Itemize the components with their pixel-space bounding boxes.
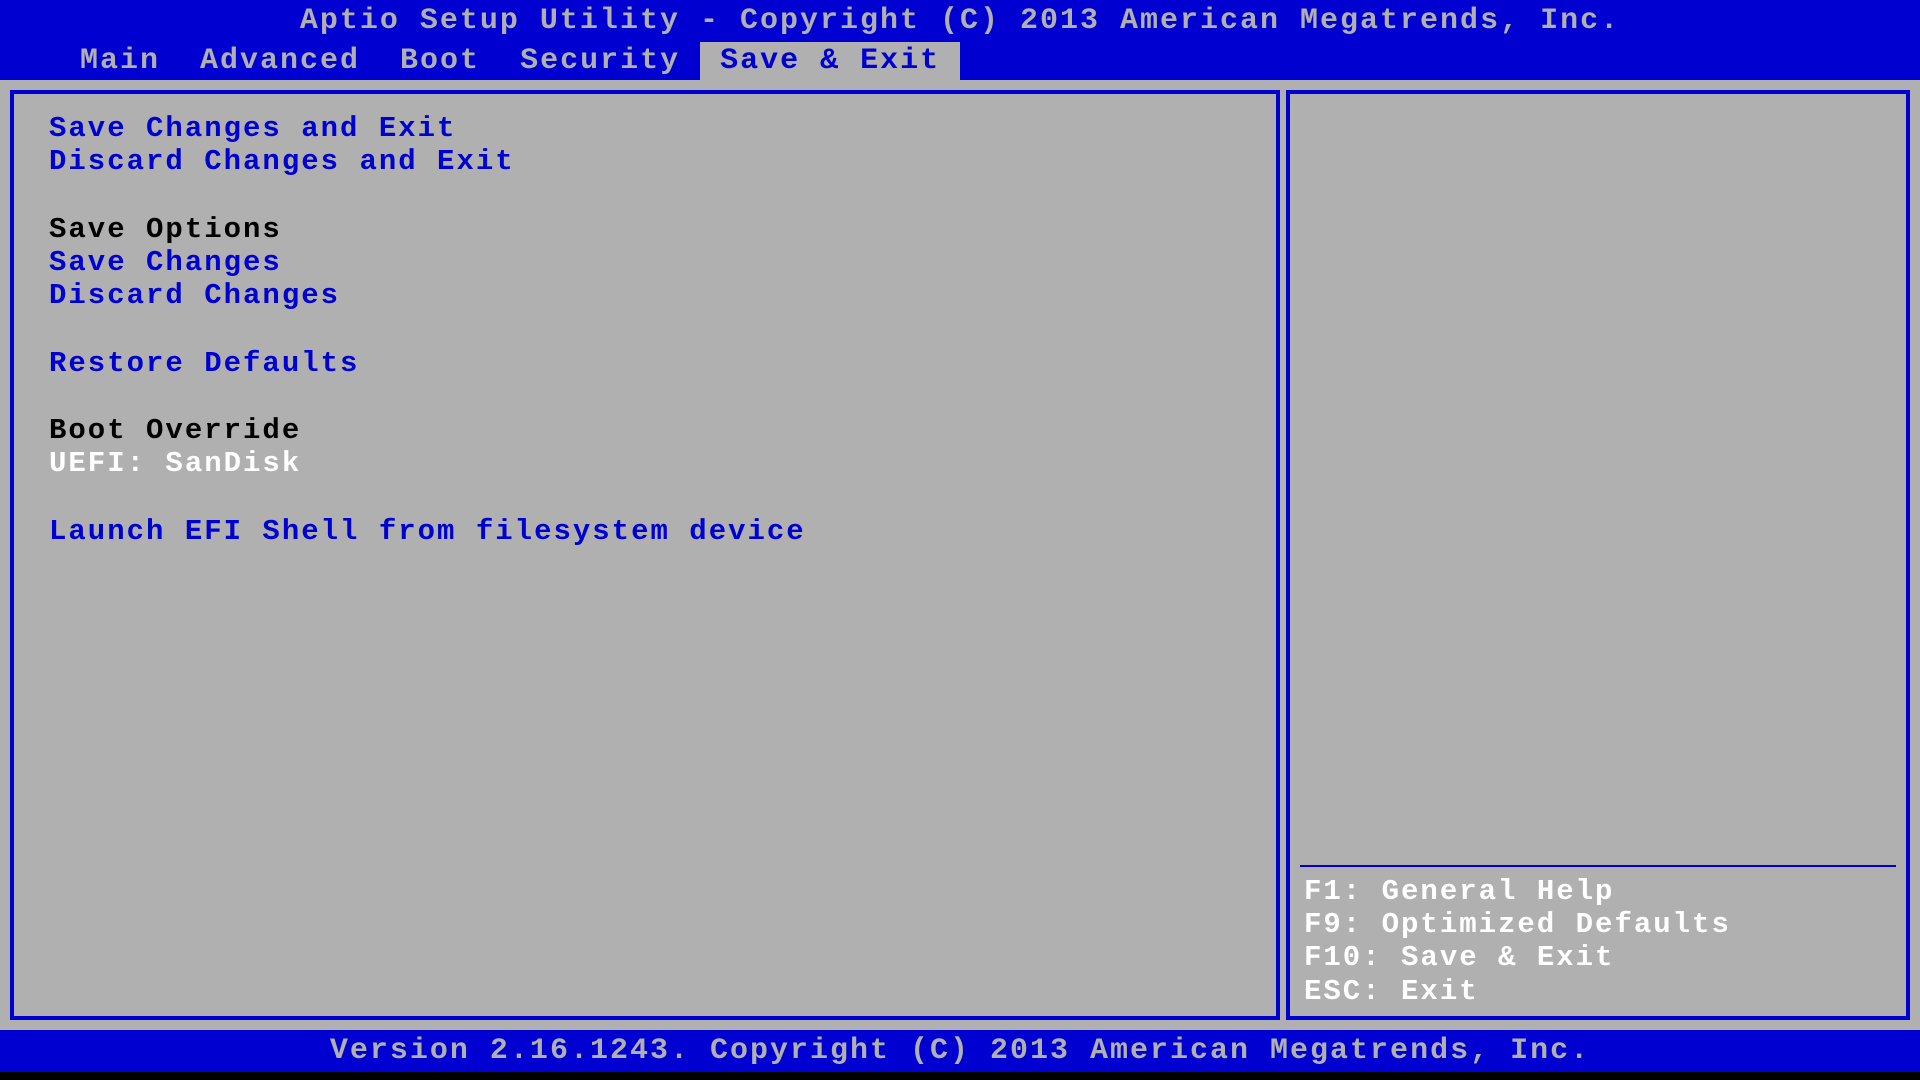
tab-security[interactable]: Security [500,42,700,80]
menu-uefi-sandisk[interactable]: UEFI: SanDisk [49,447,1241,480]
header-save-options: Save Options [49,213,1241,246]
menu-save-changes-exit[interactable]: Save Changes and Exit [49,112,1241,145]
tab-save-exit[interactable]: Save & Exit [700,42,960,80]
menu-launch-efi-shell[interactable]: Launch EFI Shell from filesystem device [49,515,1241,548]
help-f10: F10: Save & Exit [1304,941,1896,974]
side-divider [1300,865,1896,867]
header-boot-override: Boot Override [49,414,1241,447]
menu-save-changes[interactable]: Save Changes [49,246,1241,279]
blank [49,179,1241,213]
tab-main[interactable]: Main [60,42,180,80]
help-f1: F1: General Help [1304,875,1896,908]
menu-discard-changes[interactable]: Discard Changes [49,279,1241,312]
side-panel: F1: General Help F9: Optimized Defaults … [1286,90,1910,1020]
tab-bar: Main Advanced Boot Security Save & Exit [0,42,1920,80]
tab-advanced[interactable]: Advanced [180,42,380,80]
help-description-area [1300,102,1896,865]
blank [49,481,1241,515]
blank [49,380,1241,414]
tab-boot[interactable]: Boot [380,42,500,80]
help-f9: F9: Optimized Defaults [1304,908,1896,941]
main-panel: Save Changes and Exit Discard Changes an… [10,90,1280,1020]
blank [49,313,1241,347]
footer-version: Version 2.16.1243. Copyright (C) 2013 Am… [0,1030,1920,1072]
help-esc: ESC: Exit [1304,975,1896,1008]
menu-restore-defaults[interactable]: Restore Defaults [49,347,1241,380]
header-title: Aptio Setup Utility - Copyright (C) 2013… [0,0,1920,42]
menu-discard-changes-exit[interactable]: Discard Changes and Exit [49,145,1241,178]
